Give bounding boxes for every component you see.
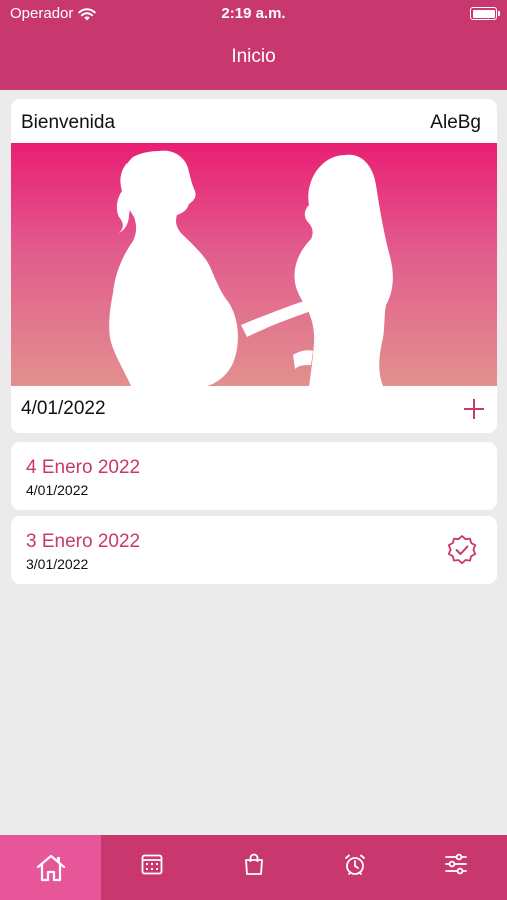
list-item[interactable]: 4 Enero 2022 4/01/2022 bbox=[11, 442, 497, 510]
status-bar: Operador 2:19 a.m. bbox=[0, 0, 507, 28]
tab-bag[interactable] bbox=[203, 835, 304, 900]
alarm-clock-icon bbox=[345, 854, 365, 875]
plus-icon[interactable] bbox=[461, 396, 487, 422]
tab-home[interactable] bbox=[0, 835, 102, 900]
welcome-row: Bienvenida AleBg bbox=[11, 99, 497, 143]
bag-icon bbox=[244, 853, 263, 875]
entry-date: 4/01/2022 bbox=[26, 482, 89, 498]
entry-date: 3/01/2022 bbox=[26, 556, 89, 572]
entry-title: 4 Enero 2022 bbox=[26, 457, 141, 478]
verified-badge-icon bbox=[447, 535, 477, 565]
hero-image bbox=[11, 143, 497, 386]
date-row: 4/01/2022 bbox=[11, 386, 497, 433]
status-time: 2:19 a.m. bbox=[221, 5, 286, 22]
sliders-icon bbox=[445, 853, 468, 875]
page-title: Inicio bbox=[231, 46, 276, 67]
entry-title: 3 Enero 2022 bbox=[26, 531, 141, 552]
tab-alarm[interactable] bbox=[304, 835, 405, 900]
calendar-icon bbox=[141, 854, 163, 875]
header: Operador 2:19 a.m. Inicio bbox=[0, 0, 507, 90]
list-item[interactable]: 3 Enero 2022 3/01/2022 bbox=[11, 516, 497, 584]
welcome-greeting: Bienvenida bbox=[21, 112, 116, 133]
tab-calendar[interactable] bbox=[101, 835, 202, 900]
tab-bar bbox=[0, 835, 507, 900]
current-date: 4/01/2022 bbox=[21, 398, 106, 419]
home-icon bbox=[36, 854, 65, 882]
women-silhouette-illustration bbox=[109, 150, 393, 386]
welcome-card: Bienvenida AleBg 4/01/2022 bbox=[11, 99, 497, 433]
username: AleBg bbox=[430, 112, 481, 133]
tab-settings[interactable] bbox=[406, 835, 507, 900]
battery-icon bbox=[470, 7, 500, 20]
